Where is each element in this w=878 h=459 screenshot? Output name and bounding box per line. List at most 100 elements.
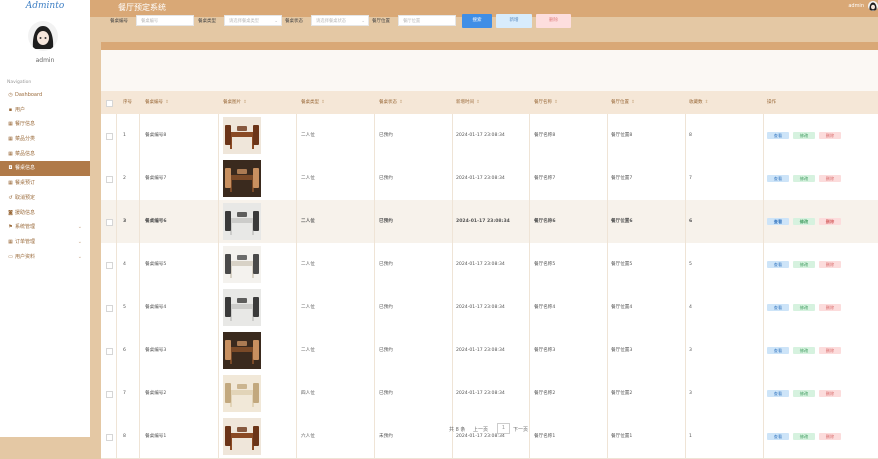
- type-select[interactable]: 请选择餐桌类型⌄: [224, 15, 282, 26]
- column-divider: [763, 114, 764, 157]
- sidebar-item-11[interactable]: ▭用户资料⌄: [0, 250, 90, 265]
- row-checkbox[interactable]: [106, 219, 113, 226]
- view-button[interactable]: 查看: [767, 304, 789, 311]
- row-checkbox[interactable]: [106, 305, 113, 312]
- sidebar-item-label: 系统管理: [15, 224, 35, 230]
- column-header[interactable]: 餐厅位置⇕: [611, 91, 635, 114]
- column-header[interactable]: 餐桌图片⇕: [223, 91, 247, 114]
- column-divider: [374, 157, 375, 200]
- avatar[interactable]: [28, 21, 58, 51]
- sort-icon[interactable]: ⇕: [631, 100, 635, 105]
- search-button[interactable]: 搜索: [462, 14, 492, 28]
- view-button[interactable]: 查看: [767, 390, 789, 397]
- sidebar-item-3[interactable]: ▦菜品分类: [0, 132, 90, 147]
- view-button[interactable]: 查看: [767, 175, 789, 182]
- table-row[interactable]: 4餐桌编号5二人位已预约2024-01-17 23:08:34餐厅名称5餐厅位置…: [101, 243, 878, 287]
- edit-button[interactable]: 修改: [793, 132, 815, 139]
- edit-button[interactable]: 修改: [793, 390, 815, 397]
- edit-button[interactable]: 修改: [793, 261, 815, 268]
- select-all-checkbox[interactable]: [106, 100, 113, 107]
- sort-icon[interactable]: ⇕: [165, 100, 169, 105]
- column-divider: [685, 200, 686, 243]
- column-header[interactable]: 餐桌编号⇕: [145, 91, 169, 114]
- edit-button[interactable]: 修改: [793, 175, 815, 182]
- sort-icon[interactable]: ⇕: [476, 100, 480, 105]
- app-logo[interactable]: Adminto: [0, 1, 90, 11]
- table-row[interactable]: 7餐桌编号2四人位已预约2024-01-17 23:08:34餐厅名称2餐厅位置…: [101, 372, 878, 416]
- column-divider: [116, 157, 117, 200]
- add-button[interactable]: 新增: [496, 14, 532, 28]
- sidebar-item-7[interactable]: ↺取消预定: [0, 191, 90, 206]
- sidebar-nav: ◷Dashboard▪用户▦餐厅信息▦菜品分类▦菜品信息◘餐桌信息▦餐桌预订↺取…: [0, 88, 90, 264]
- sidebar-item-2[interactable]: ▦餐厅信息: [0, 117, 90, 132]
- edit-button[interactable]: 修改: [793, 347, 815, 354]
- table-row[interactable]: 5餐桌编号4二人位已预约2024-01-17 23:08:34餐厅名称4餐厅位置…: [101, 286, 878, 330]
- row-checkbox[interactable]: [106, 262, 113, 269]
- column-divider: [685, 372, 686, 415]
- delete-button[interactable]: 删除: [819, 390, 841, 397]
- current-page-button[interactable]: 1: [497, 423, 510, 434]
- delete-button[interactable]: 删除: [819, 261, 841, 268]
- sidebar-item-9[interactable]: ⚑系统管理⌄: [0, 220, 90, 235]
- delete-button[interactable]: 删除: [819, 304, 841, 311]
- table-photo-thumbnail[interactable]: [223, 332, 261, 369]
- sort-icon[interactable]: ⇕: [705, 100, 709, 105]
- next-page-button[interactable]: 下一页: [513, 426, 528, 433]
- view-button[interactable]: 查看: [767, 218, 789, 225]
- sort-icon[interactable]: ⇕: [243, 100, 247, 105]
- row-checkbox[interactable]: [106, 391, 113, 398]
- status-select[interactable]: 请选择餐桌状态⌄: [311, 15, 369, 26]
- sidebar-item-1[interactable]: ▪用户: [0, 103, 90, 118]
- delete-button[interactable]: 删除: [819, 175, 841, 182]
- table-photo-thumbnail[interactable]: [223, 289, 261, 326]
- delete-button[interactable]: 删除: [819, 132, 841, 139]
- column-header[interactable]: 新增时间⇕: [456, 91, 480, 114]
- column-header[interactable]: 餐桌类型⇕: [301, 91, 325, 114]
- view-button[interactable]: 查看: [767, 132, 789, 139]
- table-row[interactable]: 3餐桌编号6二人位已预约2024-01-17 23:08:34餐厅名称6餐厅位置…: [101, 200, 878, 244]
- row-checkbox[interactable]: [106, 348, 113, 355]
- sort-icon[interactable]: ⇕: [321, 100, 325, 105]
- status-select-value: 请选择餐桌状态: [316, 19, 346, 24]
- cell-loc: 餐厅位置4: [611, 286, 632, 329]
- delete-button[interactable]: 删除: [819, 218, 841, 225]
- column-header[interactable]: 收藏数⇕: [689, 91, 708, 114]
- table-row[interactable]: 1餐桌编号8二人位已预约2024-01-17 23:08:34餐厅名称8餐厅位置…: [101, 114, 878, 158]
- row-checkbox[interactable]: [106, 176, 113, 183]
- row-checkbox[interactable]: [106, 133, 113, 140]
- sidebar-item-4[interactable]: ▦菜品信息: [0, 147, 90, 162]
- top-avatar[interactable]: [868, 1, 878, 11]
- table-row[interactable]: 6餐桌编号3二人位已预约2024-01-17 23:08:34餐厅名称3餐厅位置…: [101, 329, 878, 373]
- location-search-input[interactable]: 餐厅位置: [398, 15, 456, 26]
- code-search-input[interactable]: 餐桌编号: [136, 15, 194, 26]
- sort-icon[interactable]: ⇕: [554, 100, 558, 105]
- search-bar: 餐桌编号 餐桌编号 餐桌类型 请选择餐桌类型⌄ 餐桌状态 请选择餐桌状态⌄ 餐厅…: [90, 13, 878, 29]
- sidebar-item-8[interactable]: ◙援助信息: [0, 206, 90, 221]
- view-button[interactable]: 查看: [767, 261, 789, 268]
- top-username[interactable]: admin: [848, 3, 864, 9]
- sidebar-item-6[interactable]: ▦餐桌预订: [0, 176, 90, 191]
- sidebar-item-5[interactable]: ◘餐桌信息: [0, 161, 90, 176]
- column-divider: [218, 329, 219, 372]
- column-header[interactable]: 餐厅名称⇕: [534, 91, 558, 114]
- edit-button[interactable]: 修改: [793, 218, 815, 225]
- view-button[interactable]: 查看: [767, 347, 789, 354]
- table-photo-thumbnail[interactable]: [223, 160, 261, 197]
- table-row[interactable]: 2餐桌编号7二人位已预约2024-01-17 23:08:34餐厅名称7餐厅位置…: [101, 157, 878, 201]
- table-photo-thumbnail[interactable]: [223, 246, 261, 283]
- edit-button[interactable]: 修改: [793, 304, 815, 311]
- batch-delete-button[interactable]: 删除: [536, 14, 571, 28]
- table-photo-thumbnail[interactable]: [223, 203, 261, 240]
- column-header[interactable]: 餐桌状态⇕: [379, 91, 403, 114]
- delete-button[interactable]: 删除: [819, 347, 841, 354]
- table-photo-thumbnail[interactable]: [223, 375, 261, 412]
- cell-no: 1: [123, 114, 126, 157]
- sort-icon[interactable]: ⇕: [399, 100, 403, 105]
- sidebar-item-0[interactable]: ◷Dashboard: [0, 88, 90, 103]
- chevron-down-icon: ⌄: [78, 250, 82, 265]
- prev-page-button[interactable]: 上一页: [473, 426, 488, 433]
- status-label: 餐桌状态: [285, 18, 303, 24]
- sidebar-item-10[interactable]: ▦订单管理⌄: [0, 235, 90, 250]
- table-photo-thumbnail[interactable]: [223, 117, 261, 154]
- flag-icon: ⚑: [8, 220, 13, 235]
